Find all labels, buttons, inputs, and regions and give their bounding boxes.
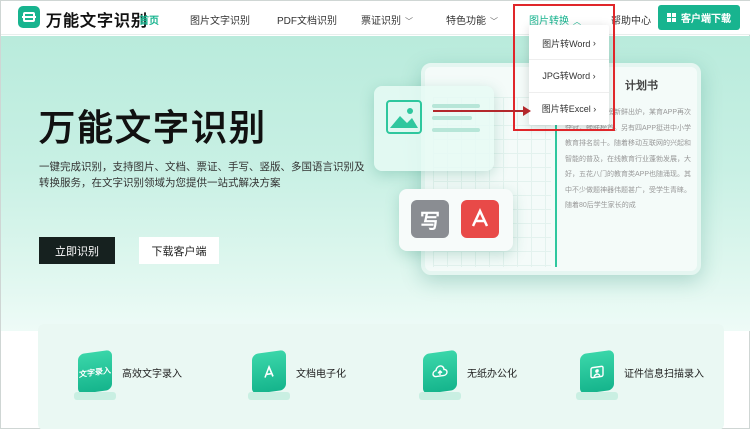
pdf-document-icon: [252, 349, 286, 395]
nav-help-center[interactable]: 帮助中心: [611, 12, 651, 27]
nav-ticket-recognition-label: 票证识别: [361, 16, 401, 27]
feature-text-input[interactable]: 文字录入 高效文字录入: [78, 349, 182, 395]
chevron-down-icon: ﹀: [490, 17, 498, 26]
arrow-head-icon: [523, 106, 531, 116]
hero-subtitle: 一键完成识别，支持图片、文档、票证、手写、竖版、多国语言识别及转换服务，在文字识…: [39, 161, 365, 189]
pdf-acrobat-icon: [461, 200, 499, 238]
feature-label: 证件信息扫描录入: [624, 368, 704, 380]
feature-label: 无纸办公化: [467, 368, 517, 380]
windows-icon: [667, 13, 676, 22]
text-line: [432, 104, 480, 108]
cloud-upload-icon: [423, 349, 457, 395]
recognize-now-button[interactable]: 立即识别: [39, 237, 115, 264]
client-download-label: 客户端下载: [681, 14, 731, 25]
features-panel: 文字录入 高效文字录入 文档电子化 无纸办公化 证件信息扫描录入: [38, 324, 724, 429]
picture-icon: [386, 100, 422, 134]
feature-label: 文档电子化: [296, 368, 346, 380]
nav-ticket-recognition[interactable]: 票证识别 ﹀: [361, 12, 413, 27]
text-line: [432, 116, 472, 120]
document-heading: 计划书: [625, 80, 658, 92]
client-download-button[interactable]: 客户端下载: [658, 5, 740, 30]
logo-scan-icon[interactable]: [18, 6, 40, 28]
feature-document-digitization[interactable]: 文档电子化: [252, 349, 346, 395]
feature-id-scan[interactable]: 证件信息扫描录入: [580, 349, 704, 395]
id-card-icon: [580, 349, 614, 395]
text-input-icon: 文字录入: [78, 349, 112, 395]
nav-special-features-label: 特色功能: [446, 16, 486, 27]
image-illustration-card: [374, 86, 494, 171]
text-line: [432, 128, 480, 132]
feature-paperless-office[interactable]: 无纸办公化: [423, 349, 517, 395]
top-navigation-bar: 万能文字识别 首页 图片文字识别 PDF文档识别 票证识别 ﹀ 特色功能 ﹀ 图片转…: [1, 1, 750, 35]
nav-pdf-recognition[interactable]: PDF文档识别: [277, 12, 337, 27]
nav-image-text-recognition[interactable]: 图片文字识别: [190, 12, 250, 27]
nav-home[interactable]: 首页: [139, 12, 159, 27]
hero-title: 万能文字识别: [39, 107, 268, 148]
feature-label: 高效文字录入: [122, 368, 182, 380]
nav-special-features[interactable]: 特色功能 ﹀: [446, 12, 498, 27]
download-client-button[interactable]: 下载客户端: [139, 237, 219, 264]
brand-name[interactable]: 万能文字识别: [46, 7, 148, 31]
chevron-down-icon: ﹀: [405, 17, 413, 26]
annotation-arrow: [433, 110, 525, 112]
handwriting-icon: 写: [411, 200, 449, 238]
format-icons-card: 写: [399, 189, 513, 251]
